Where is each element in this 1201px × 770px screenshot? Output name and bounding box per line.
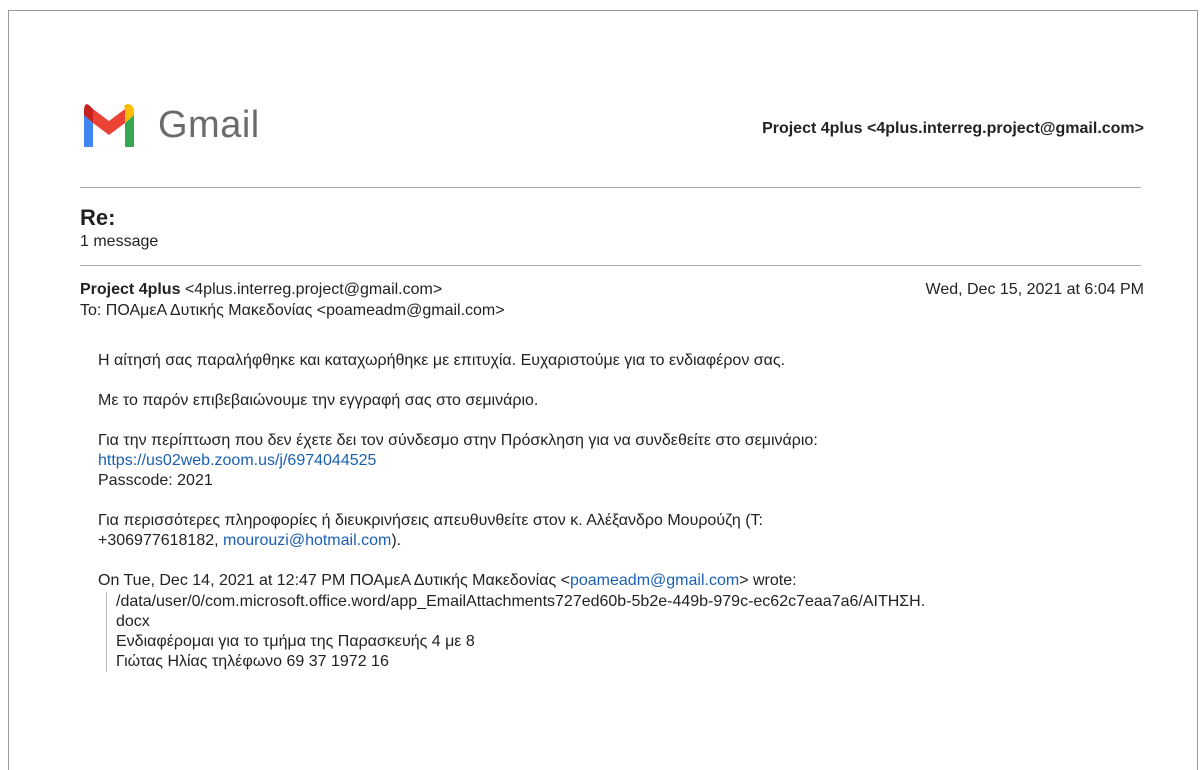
message-from: Project 4plus <4plus.interreg.project@gm… [80, 281, 442, 299]
message-to: To: ΠΟΑμεΑ Δυτικής Μακεδονίας <poameadm@… [80, 302, 505, 319]
body-paragraph-confirmation: Η αίτησή σας παραλήφθηκε και καταχωρήθηκ… [98, 352, 786, 369]
sender-email: <4plus.interreg.project@gmail.com> [184, 281, 443, 298]
account-label: Project 4plus <4plus.interreg.project@gm… [762, 120, 1144, 137]
body-paragraph-link-intro: Για την περίπτωση που δεν έχετε δει τον … [98, 432, 818, 449]
quoted-text: /data/user/0/com.microsoft.office.word/a… [106, 592, 1148, 672]
gmail-m-icon [84, 104, 134, 147]
quote-intro-suffix: > wrote: [739, 572, 797, 589]
quote-attachment-path: /data/user/0/com.microsoft.office.word/a… [116, 593, 926, 610]
body-paragraph-contact: Για περισσότερες πληροφορίες ή διευκρινή… [98, 512, 763, 529]
quote-line-interest: Ενδιαφέρομαι για το τμήμα της Παρασκευής… [116, 633, 475, 650]
gmail-logo: Gmail [80, 103, 260, 147]
quote-intro: On Tue, Dec 14, 2021 at 12:47 PM ΠΟΑμεΑ … [98, 571, 1148, 591]
message-body: Η αίτησή σας παραλήφθηκε και καταχωρήθηκ… [98, 351, 1148, 672]
gmail-wordmark: Gmail [158, 103, 260, 146]
passcode-text: Passcode: 2021 [98, 472, 213, 489]
body-paragraph-contact-line2: +306977618182, mourouzi@hotmail.com). [98, 531, 1148, 551]
thread-subject: Re: [80, 205, 116, 230]
subject-divider [80, 265, 1141, 266]
sender-name: Project 4plus [80, 281, 181, 298]
header-divider [80, 187, 1141, 188]
contact-end: ). [391, 532, 402, 549]
message-count: 1 message [80, 233, 159, 250]
zoom-link[interactable]: https://us02web.zoom.us/j/6974044525 [98, 452, 376, 469]
quote-attachment-path-end: docx [116, 613, 150, 630]
quote-line-signature: Γιώτας Ηλίας τηλέφωνο 69 37 1972 16 [116, 653, 389, 670]
quote-email-link[interactable]: poameadm@gmail.com [570, 572, 739, 589]
body-paragraph-registration: Με το παρόν επιβεβαιώνουμε την εγγραφή σ… [98, 392, 539, 409]
message-date: Wed, Dec 15, 2021 at 6:04 PM [925, 281, 1145, 298]
quote-intro-prefix: On Tue, Dec 14, 2021 at 12:47 PM ΠΟΑμεΑ … [98, 572, 570, 589]
contact-phone: +306977618182, [98, 532, 224, 549]
contact-email-link[interactable]: mourouzi@hotmail.com [223, 532, 391, 549]
